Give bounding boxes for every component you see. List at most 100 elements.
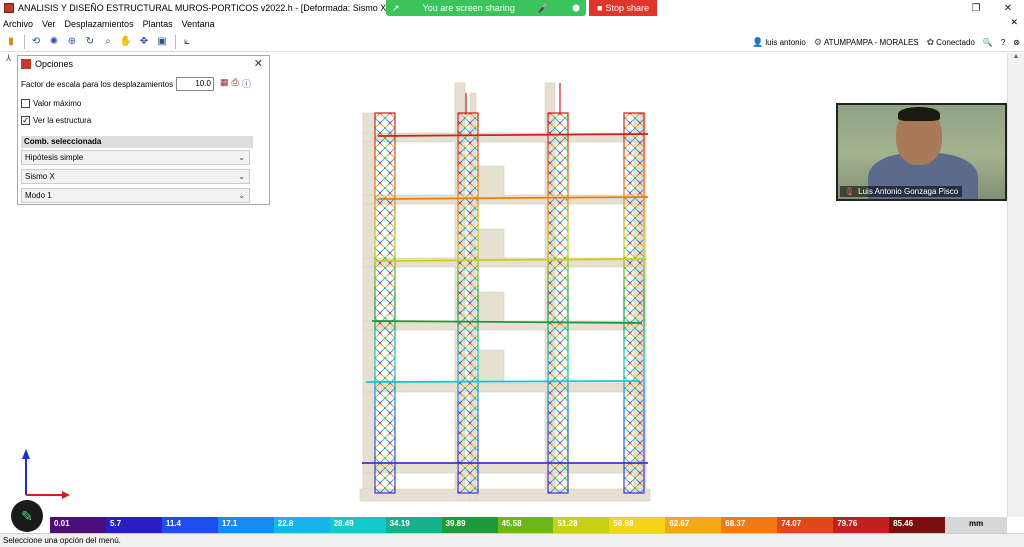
help-icon[interactable]: ⓘ	[242, 77, 251, 90]
mode-value: Modo 1	[25, 191, 52, 200]
menu-bar: Archivo Ver Desplazamientos Plantas Vent…	[0, 16, 1024, 31]
legend-value: 22.8	[277, 519, 294, 528]
deformed-columns	[374, 83, 645, 494]
stop-icon: ■	[597, 3, 603, 13]
close-window-button[interactable]: ✕	[992, 0, 1024, 16]
menu-ver[interactable]: Ver	[42, 19, 56, 29]
webcam-name: Luis Antonio Gonzaga Pisco	[858, 187, 959, 196]
deformed-beams	[362, 133, 649, 464]
stop-share-label: Stop share	[605, 3, 649, 13]
legend-value: 39.89	[445, 519, 466, 528]
help-icon[interactable]: ?	[1001, 38, 1005, 47]
legend-value: 0.01	[54, 519, 70, 528]
shield-icon: ⬢	[572, 2, 580, 13]
legend-value: 85.46	[893, 519, 914, 528]
table-icon[interactable]: ▦	[220, 77, 229, 90]
stop-share-button[interactable]: ■ Stop share	[589, 0, 657, 16]
legend-value: 11.4	[165, 519, 182, 528]
legend-value: 62.67	[669, 519, 690, 528]
scale-label: Factor de escala para los desplazamiento…	[21, 80, 174, 89]
legend-value: 5.7	[109, 519, 122, 528]
scale-input[interactable]: 10.0	[176, 77, 214, 91]
connected-icon: ✿	[926, 36, 935, 47]
connection-status: Conectado	[936, 37, 975, 47]
comb-header: Comb. seleccionada	[21, 136, 253, 148]
world-icon[interactable]: ⊗	[1013, 38, 1020, 47]
chevron-down-icon: ⌄	[238, 191, 245, 200]
axes-gizmo	[22, 449, 70, 499]
app-icon	[4, 3, 14, 13]
annotate-button[interactable]: ✎	[11, 500, 43, 532]
user-name: luis antonio	[765, 37, 806, 47]
show-structure-row[interactable]: ✓ Ver la estructura	[21, 116, 91, 125]
legend-value: 45.58	[501, 519, 522, 528]
screen-share-bar: ↗ You are screen sharing 🎤 ⬢	[386, 0, 586, 16]
legend-value: 28.49	[333, 519, 354, 528]
legend-unit: mm	[969, 519, 984, 528]
seismic-select[interactable]: Sismo X ⌄	[21, 169, 250, 184]
zoom-icon[interactable]: ⊕	[64, 34, 80, 50]
hypothesis-select[interactable]: Hipótesis simple ⌄	[21, 150, 250, 165]
rotate-icon[interactable]: ⟲	[28, 34, 44, 50]
exit-icon[interactable]: ▮	[3, 34, 19, 50]
legend-value: 68.37	[725, 519, 746, 528]
panel-app-icon	[21, 58, 31, 69]
chevron-down-icon: ⌄	[238, 172, 245, 181]
mic-off-icon: 🎙	[844, 187, 855, 196]
panel-tool-icons: ▦ ⎙ ⓘ	[220, 77, 251, 90]
hypothesis-value: Hipótesis simple	[25, 153, 84, 162]
webcam-person-hair	[898, 107, 940, 121]
axes-icon[interactable]: ⟀	[179, 34, 195, 50]
show-structure-checkbox[interactable]: ✓	[21, 116, 30, 125]
search-icon[interactable]: 🔍	[983, 38, 993, 47]
window-title: ANALISIS Y DISEÑO ESTRUCTURAL MUROS-PORT…	[18, 3, 422, 13]
panel-title: Opciones	[35, 58, 74, 69]
webcam-overlay: 🎙 Luis Antonio Gonzaga Pisco	[836, 103, 1007, 201]
restore-button[interactable]: ❐	[960, 0, 992, 16]
user-info[interactable]: 👤 luis antonio	[752, 37, 806, 48]
printer-icon[interactable]: ⎙	[232, 77, 239, 90]
vertical-scrollbar[interactable]: ▲	[1007, 53, 1024, 517]
seismic-value: Sismo X	[25, 172, 55, 181]
connection-info[interactable]: ✿ Conectado	[927, 37, 975, 48]
user-icon: 👤	[752, 36, 764, 47]
menu-desplazamientos[interactable]: Desplazamientos	[65, 19, 134, 29]
project-icon: ⚙	[813, 36, 822, 47]
scroll-up-icon[interactable]: ▲	[1008, 53, 1024, 67]
max-value-row[interactable]: Valor máximo	[21, 99, 81, 108]
share-text: You are screen sharing	[422, 3, 515, 13]
menu-ventana[interactable]: Ventana	[182, 19, 215, 29]
toolbar-right: 👤 luis antonio ⚙ ATUMPAMPA - MORALES ✿ Cone…	[752, 32, 1020, 52]
panel-header: Opciones	[18, 56, 269, 71]
legend-value: 56.98	[613, 519, 634, 528]
pencil-icon: ✎	[21, 507, 33, 524]
close-document-icon[interactable]: ✕	[1010, 17, 1018, 28]
status-bar: Seleccione una opción del menú.	[0, 533, 1024, 547]
close-icon[interactable]: ✕	[254, 57, 263, 70]
pan-icon[interactable]: ✋	[118, 34, 134, 50]
legend-value: 51.28	[557, 519, 578, 528]
legend-value: 74.07	[781, 519, 802, 528]
window-controls: ❐ ✕	[960, 0, 1024, 16]
menu-archivo[interactable]: Archivo	[3, 19, 33, 29]
toolbar-separator	[175, 34, 176, 49]
menu-plantas[interactable]: Plantas	[143, 19, 173, 29]
mode-select[interactable]: Modo 1 ⌄	[21, 188, 250, 203]
options-panel: Opciones ✕ Factor de escala para los des…	[17, 55, 270, 205]
max-value-label: Valor máximo	[33, 99, 82, 108]
chevron-down-icon: ⌄	[238, 153, 245, 162]
orbit-icon[interactable]: ✺	[46, 34, 62, 50]
fit-view-icon[interactable]: ▣	[154, 34, 170, 50]
refresh-icon[interactable]: ↻	[82, 34, 98, 50]
zoom-window-icon[interactable]: ⌕	[100, 34, 116, 50]
project-info[interactable]: ⚙ ATUMPAMPA - MORALES	[814, 37, 919, 48]
panel-toggle-icon[interactable]: ⅄	[0, 53, 17, 67]
legend-value: 17.1	[221, 519, 238, 528]
max-value-checkbox[interactable]	[21, 99, 30, 108]
webcam-name-label: 🎙 Luis Antonio Gonzaga Pisco	[840, 186, 963, 197]
mic-icon[interactable]: 🎤	[538, 3, 549, 14]
show-structure-label: Ver la estructura	[33, 116, 92, 125]
move-icon[interactable]: ✥	[136, 34, 152, 50]
project-name: ATUMPAMPA - MORALES	[823, 37, 919, 47]
scale-row: Factor de escala para los desplazamiento…	[21, 80, 173, 89]
